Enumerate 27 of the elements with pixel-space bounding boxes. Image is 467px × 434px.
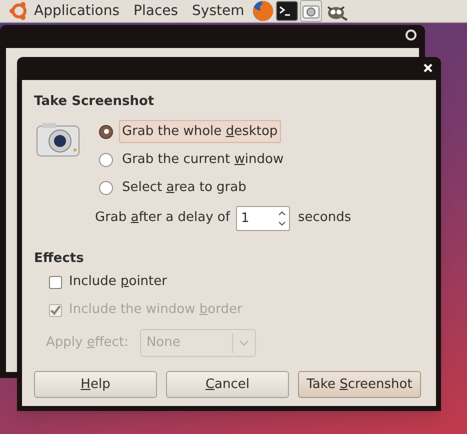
dialog-button[interactable]: Cancel	[166, 371, 289, 398]
delay-spinner[interactable]: 1	[236, 206, 290, 230]
section-heading: Take Screenshot	[34, 93, 156, 111]
dialog-button[interactable]: Help	[34, 371, 157, 398]
camera-icon[interactable]	[300, 0, 322, 22]
radio-button[interactable]	[99, 124, 113, 138]
spin-arrows-icon[interactable]	[276, 208, 287, 228]
panel-menu[interactable]: Applications	[34, 0, 120, 22]
radio-label[interactable]: Select area to grab	[119, 176, 250, 200]
panel-menu[interactable]: Places	[134, 0, 178, 22]
panel-menu[interactable]: System	[192, 0, 244, 22]
delay-label: Grab after a delay of	[95, 209, 230, 228]
section-heading: Effects	[34, 250, 85, 268]
chevron-icon	[239, 340, 250, 346]
terminal-icon[interactable]	[276, 1, 298, 21]
radio-button[interactable]	[99, 152, 113, 166]
camera-icon	[36, 122, 80, 158]
radio-button[interactable]	[99, 180, 113, 194]
effect-label: Apply effect:	[46, 334, 128, 352]
dialog-button[interactable]: Take Screenshot	[298, 371, 421, 398]
radio-label[interactable]: Grab the current window	[119, 148, 287, 172]
globe-icon[interactable]	[252, 0, 274, 22]
radio-label[interactable]: Grab the whole desktop	[119, 120, 281, 144]
unit-label: seconds	[298, 209, 352, 228]
checkbox[interactable]	[49, 276, 62, 288]
checkbox-label[interactable]: Include pointer	[69, 272, 167, 292]
close-icon[interactable]	[405, 29, 417, 41]
